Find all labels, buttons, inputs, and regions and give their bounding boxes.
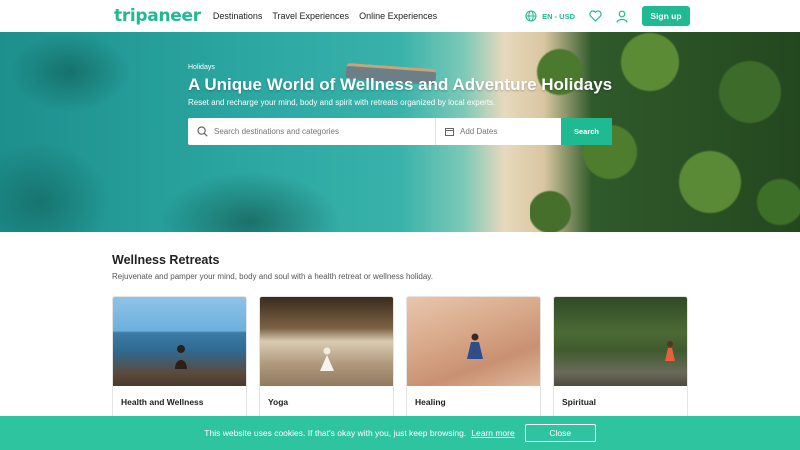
- card-image: [113, 297, 246, 386]
- search-icon: [197, 126, 208, 137]
- search-bar: Search: [188, 118, 612, 145]
- logo[interactable]: tripaneer: [114, 6, 201, 26]
- date-field[interactable]: [436, 118, 561, 145]
- section-subtitle: Rejuvenate and pamper your mind, body an…: [112, 272, 433, 281]
- card-label: Health and Wellness: [121, 397, 204, 407]
- page-subtitle: Reset and recharge your mind, body and s…: [188, 98, 496, 107]
- dates-input[interactable]: [460, 127, 550, 136]
- person-figure: [320, 347, 334, 371]
- section-title: Wellness Retreats: [112, 253, 220, 267]
- breadcrumb[interactable]: Holidays: [188, 64, 628, 71]
- main-nav: Destinations Travel Experiences Online E…: [213, 11, 447, 21]
- wishlist-button[interactable]: [589, 10, 602, 22]
- card-image: [260, 297, 393, 386]
- account-button[interactable]: [616, 10, 628, 23]
- cookie-text: This website uses cookies. If that's oka…: [204, 428, 467, 438]
- search-field[interactable]: [188, 118, 436, 145]
- person-figure: [175, 345, 187, 369]
- top-nav: tripaneer Destinations Travel Experience…: [0, 0, 800, 32]
- card-label: Spiritual: [562, 397, 597, 407]
- card-health-and-wellness[interactable]: Health and Wellness: [112, 296, 247, 426]
- person-figure: [665, 341, 675, 361]
- card-label: Yoga: [268, 397, 289, 407]
- calendar-icon: [445, 128, 454, 136]
- card-label: Healing: [415, 397, 446, 407]
- nav-online-experiences[interactable]: Online Experiences: [359, 11, 437, 21]
- page-title: A Unique World of Wellness and Adventure…: [188, 75, 613, 94]
- user-icon: [616, 10, 628, 23]
- heart-icon: [589, 10, 602, 22]
- globe-icon: [525, 10, 537, 22]
- search-input[interactable]: [214, 127, 414, 136]
- hero-content: Holidays A Unique World of Wellness and …: [188, 64, 628, 107]
- language-currency-selector[interactable]: EN - USD: [525, 10, 575, 22]
- card-yoga[interactable]: Yoga: [259, 296, 394, 426]
- nav-destinations[interactable]: Destinations: [213, 11, 263, 21]
- header-actions: EN - USD Sign up: [525, 6, 690, 26]
- learn-more-link[interactable]: Learn more: [471, 428, 514, 438]
- card-healing[interactable]: Healing: [406, 296, 541, 426]
- category-cards: Health and Wellness Yoga Healing Spiritu…: [112, 296, 700, 426]
- card-spiritual[interactable]: Spiritual: [553, 296, 688, 426]
- cookie-close-button[interactable]: Close: [524, 424, 596, 442]
- search-button[interactable]: Search: [561, 118, 612, 145]
- person-figure: [467, 333, 483, 359]
- signup-button[interactable]: Sign up: [642, 6, 690, 26]
- nav-travel-experiences[interactable]: Travel Experiences: [272, 11, 349, 21]
- card-image: [554, 297, 687, 386]
- cookie-banner: This website uses cookies. If that's oka…: [0, 416, 800, 450]
- language-currency-label: EN - USD: [542, 11, 575, 21]
- card-image: [407, 297, 540, 386]
